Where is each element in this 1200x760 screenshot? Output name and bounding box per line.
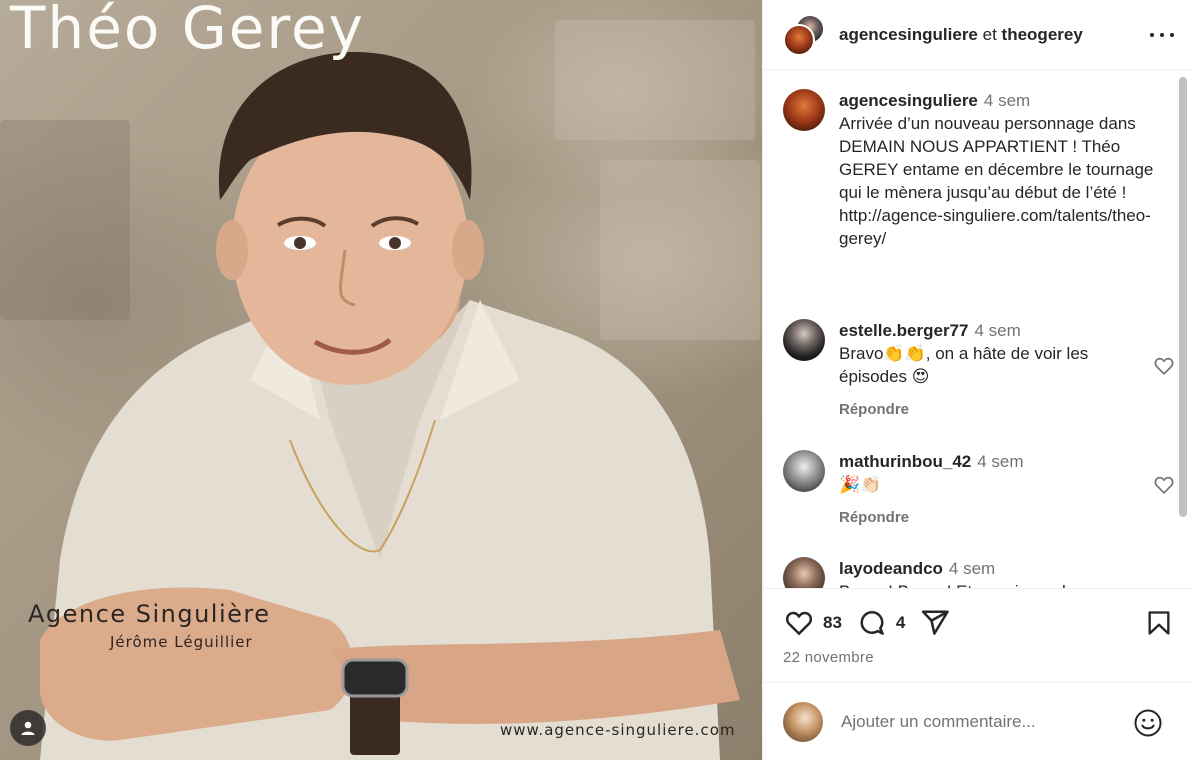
caption-text: Arrivée d’un nouveau personnage dans DEM… — [839, 114, 1154, 248]
comment-time[interactable]: 4 sem — [977, 452, 1023, 471]
smiley-icon[interactable] — [1133, 708, 1163, 738]
comment-username[interactable]: layodeandco — [839, 559, 943, 578]
collab-avatars[interactable] — [783, 13, 825, 56]
more-dot — [1170, 33, 1174, 37]
heart-icon — [785, 611, 813, 636]
post-date[interactable]: 22 novembre — [783, 649, 874, 666]
post-details-panel: agencesinguliere et theogerey agencesing… — [762, 0, 1193, 760]
post-actions: 83 4 22 novembre — [763, 588, 1193, 682]
bookmark-icon — [1148, 611, 1170, 635]
author-link[interactable]: theogerey — [1002, 25, 1083, 44]
caption-time[interactable]: 4 sem — [984, 91, 1030, 110]
more-horizontal-icon — [1150, 33, 1154, 37]
comment-count[interactable]: 4 — [896, 613, 905, 633]
reply-button[interactable]: Répondre — [839, 506, 1159, 529]
comment-text: Bravo👏👏, on a hâte de voir les épisodes … — [839, 344, 1089, 386]
photo-agency-name: Agence Singulière — [28, 600, 271, 628]
comment-username[interactable]: estelle.berger77 — [839, 321, 968, 340]
photo-agency-person: Jérôme Léguillier — [110, 633, 253, 651]
comment-username[interactable]: mathurinbou_42 — [839, 452, 971, 471]
more-dot — [1160, 33, 1164, 37]
post-image[interactable]: Théo Gerey Agence Singulière Jérôme Légu… — [0, 0, 762, 760]
post-header: agencesinguliere et theogerey — [763, 0, 1192, 70]
more-options-button[interactable] — [1150, 24, 1174, 46]
scrollbar[interactable] — [1179, 77, 1187, 517]
share-button[interactable] — [919, 607, 951, 639]
save-button[interactable] — [1143, 607, 1175, 639]
comment-time[interactable]: 4 sem — [949, 559, 995, 578]
comment-time[interactable]: 4 sem — [974, 321, 1020, 340]
comment-bubble-icon — [860, 611, 884, 635]
comment-button[interactable] — [856, 607, 888, 639]
photo-title: Théo Gerey — [10, 0, 366, 62]
avatar[interactable] — [783, 701, 823, 742]
comments-scroll-area[interactable]: agencesinguliere 4 sem Arrivée d’un nouve… — [763, 71, 1193, 588]
comment-text: 🎉👏🏻 — [839, 475, 882, 494]
author-separator: et — [982, 24, 997, 44]
user-tag-button[interactable] — [10, 710, 46, 746]
like-count[interactable]: 83 — [823, 613, 842, 633]
avatar[interactable] — [783, 557, 825, 588]
avatar[interactable] — [783, 23, 815, 56]
add-comment-bar — [763, 682, 1193, 760]
reply-button[interactable]: Répondre — [839, 398, 1159, 421]
comment-text: Bravo ! Bravo ! Et merci pour le ... — [839, 580, 1159, 588]
comment-like-icon[interactable] — [1153, 355, 1175, 377]
paper-plane-icon — [922, 610, 950, 635]
caption-username[interactable]: agencesinguliere — [839, 91, 978, 110]
photo-agency-url: www.agence-singuliere.com — [500, 721, 736, 739]
post-authors: agencesinguliere et theogerey — [839, 25, 1083, 45]
user-tag-icon — [21, 721, 35, 735]
avatar[interactable] — [783, 450, 825, 492]
avatar[interactable] — [783, 89, 825, 131]
like-button[interactable] — [783, 607, 815, 639]
author-link[interactable]: agencesinguliere — [839, 25, 978, 44]
avatar[interactable] — [783, 319, 825, 361]
comment-like-icon[interactable] — [1153, 474, 1175, 496]
comment-input[interactable] — [841, 711, 1121, 732]
